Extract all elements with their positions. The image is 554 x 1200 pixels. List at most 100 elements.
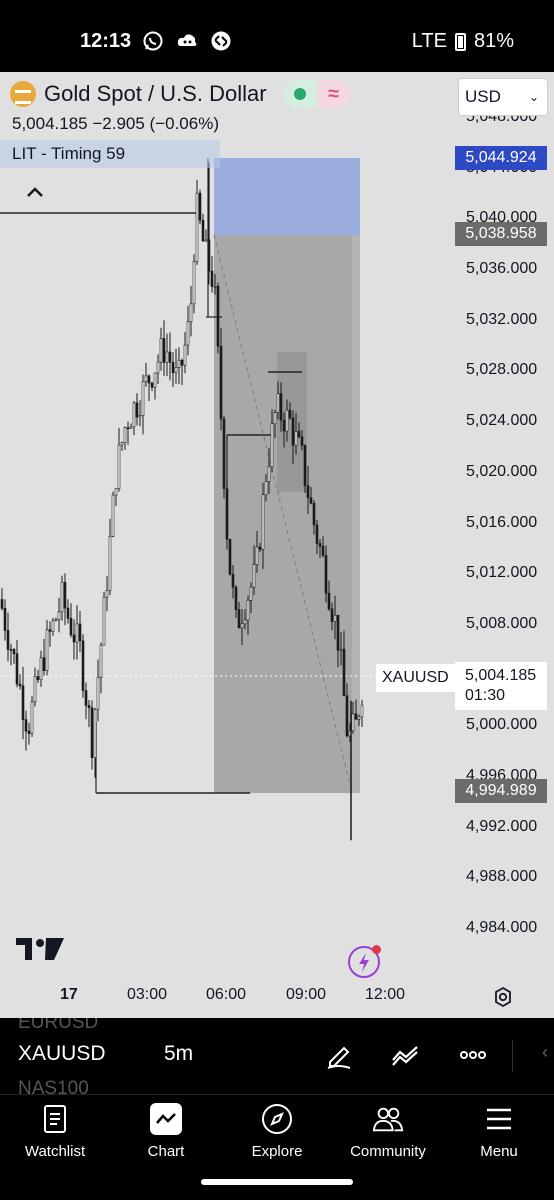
candle-body <box>273 412 277 425</box>
candle-body <box>93 709 97 758</box>
candle-body <box>282 419 286 432</box>
candle-body <box>354 713 358 720</box>
lightning-icon <box>359 953 369 972</box>
candle-body <box>189 303 193 323</box>
candle-body <box>126 427 130 430</box>
candle-body <box>90 707 94 758</box>
collapse-chevron-icon[interactable] <box>22 180 48 206</box>
scroll-left-arrow-icon[interactable]: ‹ <box>542 1042 548 1063</box>
nav-label: Watchlist <box>24 1143 86 1160</box>
candle-body <box>306 485 310 498</box>
currency-value: USD <box>465 87 501 106</box>
community-icon <box>372 1103 404 1135</box>
shazam-icon <box>211 31 231 51</box>
candle-body <box>15 653 19 685</box>
market-status-pill[interactable]: ≈ <box>282 80 351 108</box>
candle-body <box>264 481 268 496</box>
candle-body <box>201 219 205 242</box>
nav-watchlist[interactable]: Watchlist <box>0 1095 110 1171</box>
candle-body <box>105 590 109 598</box>
candle-body <box>321 545 325 556</box>
candle-body <box>213 285 217 288</box>
nav-explore[interactable]: Explore <box>222 1095 332 1171</box>
chart-settings-icon[interactable] <box>492 986 514 1008</box>
time-tick: 17 <box>60 986 78 1003</box>
candle-body <box>0 599 4 609</box>
more-options-icon[interactable] <box>458 1040 488 1070</box>
candle-body <box>150 382 154 388</box>
candle-body <box>153 372 157 388</box>
candle-body <box>249 586 253 601</box>
time-tick: 12:00 <box>365 986 406 1003</box>
candle-body <box>195 192 199 263</box>
candle-body <box>300 436 304 446</box>
candle-body <box>330 608 334 622</box>
gold-symbol-icon <box>10 81 36 107</box>
symbol-scroll-prev[interactable]: EURUSD <box>18 1018 98 1034</box>
candle-countdown: 01:30 <box>465 687 506 704</box>
candle-body <box>51 620 55 632</box>
candle-body <box>294 431 298 446</box>
current-price-box: 5,004.185 01:30 <box>455 662 547 710</box>
chart-toolbar: EURUSD XAUUSD NAS100 5m ‹ <box>0 1018 554 1094</box>
candle-body <box>285 409 289 432</box>
market-open-icon <box>282 80 317 108</box>
candle-body <box>225 488 229 540</box>
candle-body <box>123 427 127 443</box>
symbol-title[interactable]: Gold Spot / U.S. Dollar <box>44 81 267 107</box>
candle-body <box>147 375 151 384</box>
candle-body <box>309 497 313 504</box>
candle-body <box>108 536 112 591</box>
candle-body <box>297 431 301 438</box>
candle-body <box>102 596 106 646</box>
chevron-down-icon: ⌄ <box>528 90 539 104</box>
currency-select[interactable]: USD ⌄ <box>458 78 548 116</box>
battery-icon <box>454 32 466 51</box>
tradingview-logo <box>16 938 64 960</box>
candle-body <box>327 592 331 610</box>
bottom-navigation: Watchlist Chart Explore Community Menu <box>0 1094 554 1200</box>
candle-body <box>345 695 349 737</box>
candle-body <box>135 402 139 418</box>
indicators-icon[interactable] <box>390 1040 420 1070</box>
toolbar-symbol[interactable]: XAUUSD <box>18 1042 106 1066</box>
candle-body <box>75 623 79 643</box>
home-indicator[interactable] <box>201 1179 353 1185</box>
indicator-legend[interactable]: LIT - Timing 59 <box>0 140 220 168</box>
candle-body <box>267 466 271 482</box>
candle-body <box>69 618 73 636</box>
candle-body <box>171 361 175 373</box>
nav-chart[interactable]: Chart <box>111 1095 221 1171</box>
candle-body <box>339 648 343 651</box>
candle-body <box>144 375 148 382</box>
price-tick: 5,036.000 <box>466 260 538 278</box>
pencil-drawing-icon[interactable] <box>324 1040 354 1070</box>
candle-body <box>57 611 61 620</box>
candle-body <box>243 619 247 625</box>
candle-body <box>336 614 340 651</box>
candle-body <box>279 393 283 421</box>
candle-body <box>72 634 76 643</box>
candle-body <box>291 417 295 446</box>
candle-body <box>252 564 256 588</box>
chart-area[interactable]: Gold Spot / U.S. Dollar ≈ 5,004.185 −2.9… <box>0 72 554 1018</box>
symbol-header[interactable]: Gold Spot / U.S. Dollar ≈ <box>10 80 351 108</box>
candle-body <box>204 239 208 242</box>
alert-lightning-button[interactable] <box>348 945 381 978</box>
nav-community[interactable]: Community <box>333 1095 443 1171</box>
candle-body <box>237 609 241 629</box>
symbol-scroll-next[interactable]: NAS100 <box>18 1078 89 1094</box>
candle-body <box>39 657 43 681</box>
interval-button[interactable]: 5m <box>164 1042 193 1066</box>
candle-body <box>21 685 25 720</box>
candle-body <box>174 367 178 373</box>
nav-menu[interactable]: Menu <box>444 1095 554 1171</box>
candle-body <box>81 640 85 691</box>
candle-body <box>228 539 232 575</box>
candle-body <box>315 524 319 544</box>
price-tick: 5,028.000 <box>466 361 538 379</box>
nav-label: Explore <box>251 1143 303 1160</box>
hamburger-menu-icon <box>483 1103 515 1135</box>
price-tick: 5,008.000 <box>466 614 538 632</box>
nav-label: Menu <box>480 1143 518 1160</box>
